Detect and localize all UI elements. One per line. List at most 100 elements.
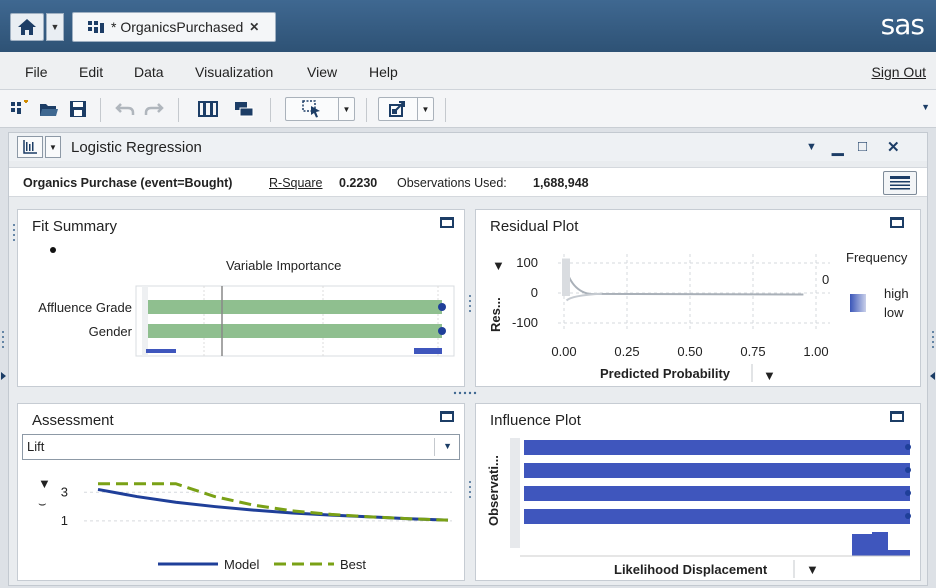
report-tab[interactable]: * OrganicsPurchased ✕ — [72, 12, 276, 42]
left-pane-handle-icon[interactable] — [0, 328, 8, 388]
home-icon — [18, 19, 36, 35]
object-menu-icon[interactable]: ▼ — [806, 141, 817, 153]
object-header: ▼ Logistic Regression ▼ ▁ □ ✕ — [9, 133, 927, 161]
x-tick-label: 0.75 — [740, 344, 765, 359]
menu-view[interactable]: View — [307, 64, 337, 80]
y-tick-label: 1 — [61, 513, 68, 528]
assessment-panel: Assessment Lift ▼ ▼ ⌣ 3 1 Model Best — [17, 403, 465, 581]
x-axis-label: Likelihood Displacement — [614, 562, 768, 577]
export-button[interactable]: ▼ — [378, 97, 434, 121]
redo-icon[interactable] — [143, 98, 165, 120]
y-axis-label: Observati... — [486, 455, 501, 526]
sign-out-link[interactable]: Sign Out — [872, 64, 926, 80]
menu-edit[interactable]: Edit — [79, 64, 103, 80]
export-icon — [379, 100, 417, 118]
menu-visualization[interactable]: Visualization — [195, 64, 273, 80]
workspace: ▼ Logistic Regression ▼ ▁ □ ✕ Organics P… — [0, 128, 936, 588]
influence-bar — [524, 509, 910, 524]
filter-icon[interactable]: ▼ — [763, 368, 776, 383]
table-icon — [890, 176, 910, 190]
toolbar-divider — [178, 98, 179, 122]
chevron-down-icon: ▼ — [49, 142, 57, 152]
x-axis-label: Predicted Probability — [600, 366, 731, 381]
influence-plot-title: Influence Plot — [490, 412, 581, 429]
x-tick-label: 0.00 — [551, 344, 576, 359]
chevron-down-icon: ▼ — [338, 98, 354, 120]
legend-low: low — [884, 305, 904, 320]
residual-cluster — [562, 258, 570, 296]
residual-chart: ▼ Res... 100 0 -100 0.00 0.25 0.50 0.75 1.00 0… — [488, 250, 909, 383]
splitter-handle-icon[interactable] — [11, 221, 17, 261]
menu-bar: File Edit Data Visualization View Help S… — [0, 52, 936, 90]
menu-data[interactable]: Data — [134, 64, 164, 80]
layers-icon[interactable] — [233, 98, 255, 120]
toolbar-overflow-icon[interactable]: ▼ — [921, 102, 930, 112]
assessment-select-value: Lift — [27, 439, 45, 454]
collapse-icon[interactable]: ⌣ — [38, 496, 47, 511]
legend-model: Model — [224, 557, 260, 572]
splitter-handle-icon[interactable] — [467, 293, 473, 317]
residual-plot-title: Residual Plot — [490, 218, 579, 235]
residual-plot-panel: Residual Plot ▼ Res... 100 0 -100 0.00 0.25… — [475, 209, 921, 387]
y-tick-label: 100 — [516, 255, 538, 270]
tab-label: * OrganicsPurchased — [111, 19, 244, 35]
variable-importance-chart: Variable Importance Affluence Grade Gend… — [38, 247, 455, 357]
minimize-icon[interactable]: ▁ — [832, 138, 844, 156]
object-type-dropdown[interactable]: ▼ — [45, 136, 61, 158]
panel-splitter-icon[interactable] — [451, 389, 483, 397]
object-title: Logistic Regression — [71, 139, 202, 156]
home-button[interactable] — [10, 13, 44, 41]
home-dropdown-button[interactable]: ▼ — [46, 13, 64, 41]
menu-file[interactable]: File — [25, 64, 48, 80]
right-pane-handle-icon[interactable] — [928, 328, 936, 388]
selection-tool-button[interactable]: ▼ — [285, 97, 355, 121]
response-variable: Organics Purchase (event=Bought) — [23, 176, 233, 190]
observations-label: Observations Used: — [397, 176, 507, 190]
filter-icon[interactable]: ▼ — [806, 562, 819, 577]
close-icon[interactable]: ✕ — [249, 20, 259, 34]
y-axis-label: Res... — [488, 297, 503, 332]
chevron-down-icon: ▼ — [50, 22, 60, 32]
chart-title: Variable Importance — [226, 258, 341, 273]
undo-icon[interactable] — [114, 98, 136, 120]
details-table-button[interactable] — [883, 171, 917, 195]
close-icon[interactable]: ✕ — [887, 138, 900, 156]
menu-help[interactable]: Help — [369, 64, 398, 80]
observations-value: 1,688,948 — [533, 176, 589, 190]
maximize-icon[interactable] — [440, 411, 454, 422]
lift-chart: ▼ ⌣ 3 1 Model Best — [38, 476, 452, 572]
report-icon — [88, 21, 104, 33]
toolbar-divider — [270, 98, 271, 122]
maximize-icon[interactable]: □ — [858, 138, 867, 155]
influence-plot-panel: Influence Plot Observati... Likelihood D… — [475, 403, 921, 581]
legend-gradient — [850, 294, 866, 312]
chart-marker-dot — [50, 247, 56, 253]
maximize-icon[interactable] — [890, 217, 904, 228]
pointer-icon — [286, 100, 338, 118]
x-tick-label: 1.00 — [803, 344, 828, 359]
bar-affluence-grade — [148, 300, 442, 314]
r-square-value: 0.2230 — [339, 176, 378, 190]
save-icon[interactable] — [67, 98, 89, 120]
app-title-bar: ▼ * OrganicsPurchased ✕ sas — [0, 0, 936, 52]
bar-gender — [148, 324, 442, 338]
influence-chart: Observati... Likelihood Displacement ▼ — [486, 438, 911, 578]
r-square-label[interactable]: R-Square — [269, 176, 323, 190]
maximize-icon[interactable] — [890, 411, 904, 422]
assessment-select[interactable]: Lift ▼ — [22, 434, 460, 460]
x-tick-label: 0.50 — [677, 344, 702, 359]
new-report-icon[interactable] — [9, 98, 31, 120]
zero-annotation: 0 — [822, 272, 829, 287]
open-folder-icon[interactable] — [38, 98, 60, 120]
model-info-bar: Organics Purchase (event=Bought) R-Squar… — [9, 167, 927, 197]
y-tick-label: 0 — [531, 285, 538, 300]
splitter-handle-icon[interactable] — [467, 479, 473, 503]
point-affluence-grade — [438, 303, 446, 311]
maximize-icon[interactable] — [440, 217, 454, 228]
columns-icon[interactable] — [197, 98, 219, 120]
object-type-button[interactable] — [17, 136, 43, 158]
logistic-regression-object: ▼ Logistic Regression ▼ ▁ □ ✕ Organics P… — [8, 132, 928, 586]
filter-icon[interactable]: ▼ — [38, 476, 51, 491]
legend-high: high — [884, 286, 909, 301]
filter-icon[interactable]: ▼ — [492, 258, 505, 273]
